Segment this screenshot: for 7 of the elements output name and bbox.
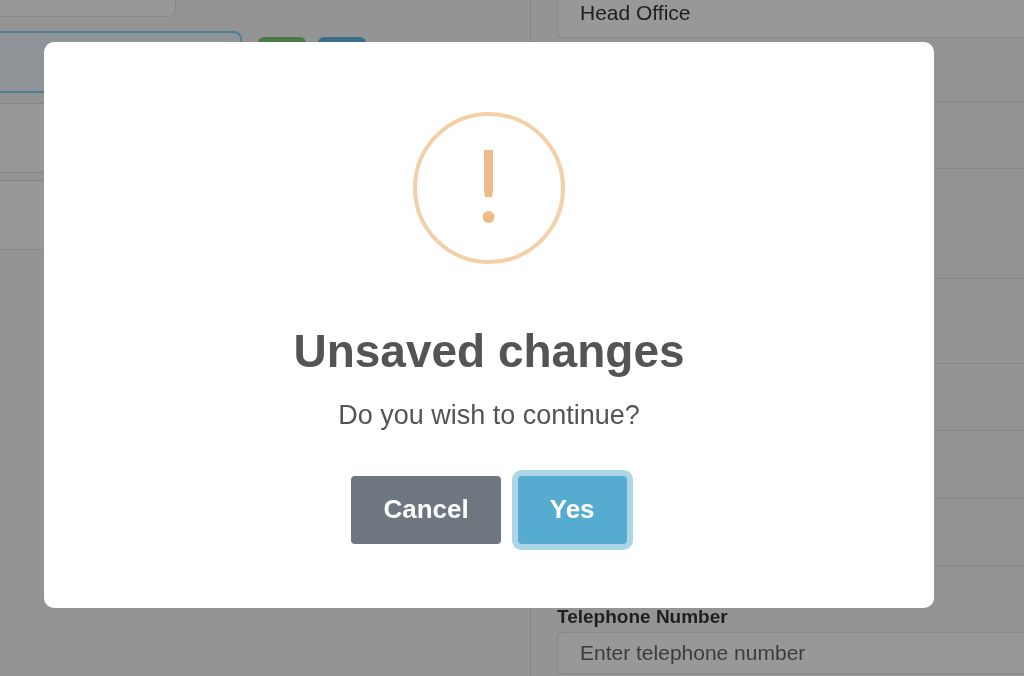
warning-icon: [411, 110, 567, 266]
text-field[interactable]: Enter telephone number: [557, 632, 1024, 674]
field-label: Telephone Number: [557, 607, 729, 628]
text-field[interactable]: Head Office: [557, 0, 1024, 38]
dialog-title: Unsaved changes: [293, 324, 685, 379]
dialog-message: Do you wish to continue?: [338, 399, 640, 432]
cancel-button[interactable]: Cancel: [351, 475, 501, 544]
